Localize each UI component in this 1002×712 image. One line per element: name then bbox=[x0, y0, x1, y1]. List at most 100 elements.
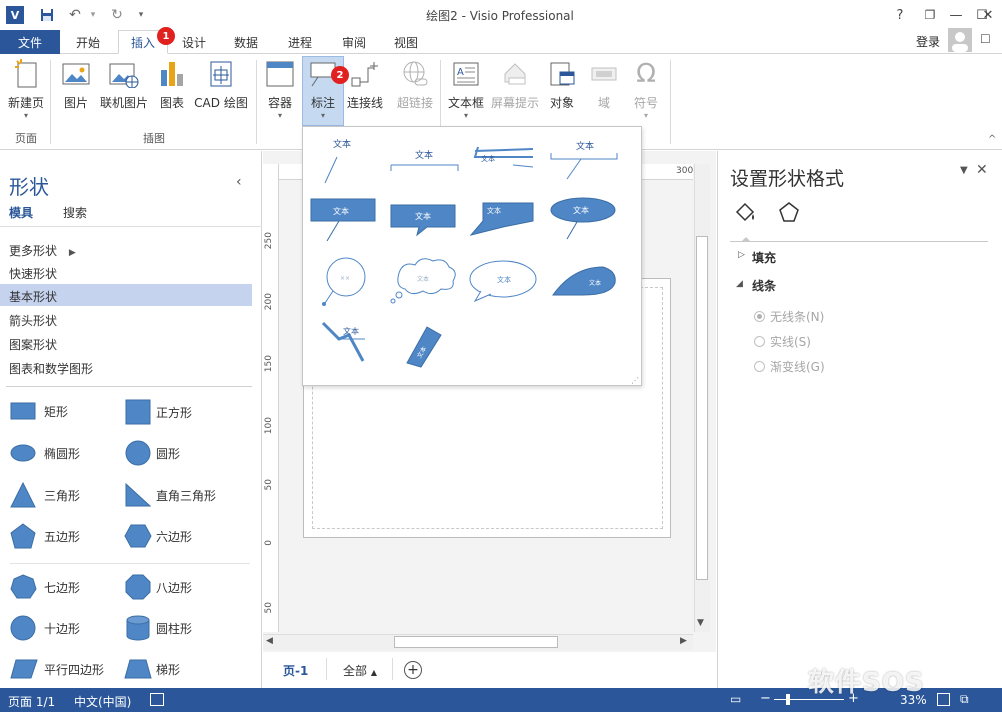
tab-file[interactable]: 文件 bbox=[0, 30, 60, 54]
tab-data[interactable]: 数据 bbox=[224, 30, 268, 54]
page-indicator[interactable]: 页面 1/1 bbox=[8, 693, 55, 710]
collapse-ribbon-icon[interactable]: ☐ bbox=[980, 32, 991, 46]
callout-speech-oval[interactable]: 文本 bbox=[469, 260, 537, 303]
collapse-pane-icon[interactable]: ‹ bbox=[236, 174, 242, 190]
callout-line-bracket[interactable]: 文本 bbox=[550, 140, 618, 180]
minimize-button[interactable]: — bbox=[944, 4, 968, 26]
macro-record-icon[interactable] bbox=[150, 693, 164, 706]
language-indicator[interactable]: 中文(中国) bbox=[74, 693, 131, 710]
all-pages-button[interactable]: 全部 ▲ bbox=[343, 662, 377, 679]
tab-search[interactable]: 搜索 bbox=[63, 204, 87, 221]
vertical-scroll-thumb[interactable] bbox=[696, 236, 708, 580]
ribbon-display-options-icon[interactable]: ❐ bbox=[918, 4, 942, 26]
callout-rectangle[interactable]: 文本 bbox=[310, 198, 376, 242]
callout-simple[interactable]: 文本 bbox=[324, 138, 351, 184]
textbox-button[interactable]: A 文本框 ▾ bbox=[444, 58, 488, 122]
tab-home[interactable]: 开始 bbox=[66, 30, 110, 54]
close-pane-icon[interactable]: ✕ bbox=[976, 162, 988, 178]
shape-square[interactable]: 正方形 bbox=[124, 399, 192, 425]
field-button[interactable]: 域 bbox=[586, 58, 622, 122]
shape-ellipse[interactable]: 椭圆形 bbox=[10, 442, 80, 464]
presentation-mode-icon[interactable]: ▭ bbox=[730, 692, 741, 706]
redo-icon[interactable]: ↻ bbox=[108, 6, 126, 24]
scroll-down-icon[interactable]: ▼ bbox=[697, 618, 704, 628]
undo-dropdown-icon[interactable]: ▾ bbox=[84, 6, 102, 24]
effects-pentagon-icon[interactable] bbox=[777, 200, 801, 224]
switch-windows-icon[interactable]: ⧉ bbox=[960, 692, 969, 707]
callout-zigzag[interactable]: 文本 bbox=[321, 321, 365, 362]
tab-process[interactable]: 进程 bbox=[278, 30, 322, 54]
scroll-left-icon[interactable]: ◀ bbox=[266, 636, 273, 646]
callout-cloud[interactable]: 文本 bbox=[390, 258, 456, 304]
fill-line-icon[interactable] bbox=[733, 200, 759, 226]
fit-page-icon[interactable] bbox=[937, 693, 950, 706]
stencil-arrow-shapes[interactable]: 箭头形状 bbox=[9, 312, 57, 329]
tab-stencils[interactable]: 模具 bbox=[9, 204, 33, 221]
connector-button[interactable]: 连接线 bbox=[344, 58, 386, 122]
symbol-button[interactable]: Ω 符号 ▾ bbox=[628, 58, 664, 122]
shape-decagon[interactable]: 十边形 bbox=[10, 615, 80, 641]
object-button[interactable]: 对象 bbox=[546, 58, 578, 122]
zoom-out-button[interactable]: − bbox=[760, 691, 771, 706]
divider bbox=[6, 386, 252, 387]
callout-teardrop[interactable]: 文本 bbox=[552, 266, 616, 296]
group-divider bbox=[670, 60, 671, 144]
shape-right-triangle[interactable]: 直角三角形 bbox=[124, 482, 216, 508]
shape-rectangle[interactable]: 矩形 bbox=[10, 400, 68, 422]
stencil-basic-shapes[interactable]: 基本形状 bbox=[9, 288, 57, 305]
container-icon bbox=[265, 58, 295, 90]
callout-oval[interactable]: 文本 bbox=[550, 197, 616, 240]
screentip-button[interactable]: 屏幕提示 bbox=[488, 58, 542, 122]
undo-icon[interactable]: ↶ bbox=[66, 6, 84, 24]
shape-hexagon[interactable]: 六边形 bbox=[124, 523, 192, 549]
callout-tag[interactable]: 文本 bbox=[406, 326, 442, 368]
callout-slanted[interactable]: 文本 bbox=[469, 202, 534, 236]
add-page-icon[interactable]: + bbox=[404, 661, 422, 679]
pane-options-icon[interactable]: ▼ bbox=[960, 165, 968, 176]
picture-button[interactable]: 图片 bbox=[58, 58, 94, 122]
zoom-slider-track[interactable] bbox=[774, 699, 844, 700]
option-solid-line[interactable]: 实线(S) bbox=[754, 333, 811, 350]
cad-drawing-button[interactable]: CAD 绘图 bbox=[192, 58, 250, 122]
tab-review[interactable]: 审阅 bbox=[332, 30, 376, 54]
shapes-pane-title: 形状 bbox=[9, 175, 49, 199]
callout-speech-rect[interactable]: 文本 bbox=[390, 204, 456, 237]
option-no-line[interactable]: 无线条(N) bbox=[754, 308, 824, 325]
zoom-slider-thumb[interactable] bbox=[786, 694, 790, 705]
shape-triangle[interactable]: 三角形 bbox=[10, 482, 80, 508]
callout-circle[interactable]: ×× bbox=[322, 257, 366, 306]
shape-pentagon[interactable]: 五边形 bbox=[10, 523, 80, 549]
container-button[interactable]: 容器 ▾ bbox=[262, 58, 298, 122]
tab-view[interactable]: 视图 bbox=[384, 30, 428, 54]
shape-cylinder[interactable]: 圆柱形 bbox=[124, 615, 192, 641]
collapse-ribbon-icon[interactable]: ^ bbox=[988, 134, 996, 145]
stencil-graph-math-shapes[interactable]: 图表和数学图形 bbox=[9, 360, 93, 377]
tab-design[interactable]: 设计 bbox=[172, 30, 216, 54]
shape-octagon[interactable]: 八边形 bbox=[124, 574, 192, 600]
online-picture-button[interactable]: 联机图片 bbox=[98, 58, 150, 122]
shape-parallelogram[interactable]: 平行四边形 bbox=[10, 658, 104, 680]
callout-underline[interactable]: 文本 bbox=[473, 146, 534, 168]
line-section[interactable]: 线条 bbox=[752, 277, 776, 294]
option-gradient-line[interactable]: 渐变线(G) bbox=[754, 358, 825, 375]
callout-bracket[interactable]: 文本 bbox=[390, 149, 459, 171]
help-button[interactable]: ? bbox=[888, 4, 912, 26]
horizontal-scroll-thumb[interactable] bbox=[394, 636, 558, 648]
scroll-right-icon[interactable]: ▶ bbox=[680, 636, 687, 646]
stencil-quick-shapes[interactable]: 快速形状 bbox=[9, 265, 57, 282]
more-shapes-item[interactable]: 更多形状 ▶ bbox=[9, 242, 76, 259]
stencil-decorative-shapes[interactable]: 图案形状 bbox=[9, 336, 57, 353]
login-link[interactable]: 登录 bbox=[916, 33, 940, 50]
shape-trapezoid[interactable]: 梯形 bbox=[124, 658, 180, 680]
shape-heptagon[interactable]: 七边形 bbox=[10, 574, 80, 600]
chart-button[interactable]: 图表 bbox=[156, 58, 188, 122]
fill-section[interactable]: 填充 bbox=[752, 249, 776, 266]
save-icon[interactable] bbox=[38, 6, 56, 24]
avatar[interactable] bbox=[948, 28, 972, 52]
hyperlink-button[interactable]: 超链接 bbox=[394, 58, 436, 122]
customize-qat-icon[interactable]: ▾ bbox=[132, 6, 150, 24]
page-tab-1[interactable]: 页-1 bbox=[283, 662, 308, 679]
shape-circle[interactable]: 圆形 bbox=[124, 440, 180, 466]
close-button[interactable]: ✕ bbox=[978, 4, 998, 26]
new-page-button[interactable]: 新建页 ▾ bbox=[4, 58, 48, 122]
